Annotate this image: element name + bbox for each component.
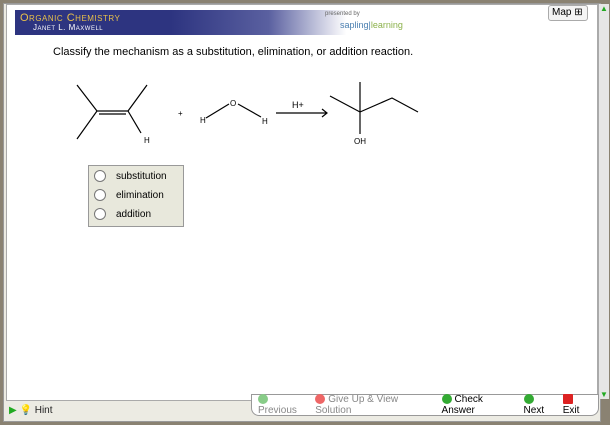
option-label: addition xyxy=(116,208,152,220)
previous-button[interactable]: Previous xyxy=(258,394,309,416)
option-label: elimination xyxy=(116,189,164,201)
scroll-down-icon[interactable]: ▼ xyxy=(599,390,609,399)
radio-button[interactable] xyxy=(94,208,106,220)
hint-button[interactable]: ▶ 💡 Hint xyxy=(9,405,53,416)
expand-arrow-icon: ▶ xyxy=(9,405,17,416)
radio-button[interactable] xyxy=(94,170,106,182)
next-button[interactable]: Next xyxy=(523,394,557,416)
alcohol-product xyxy=(329,82,419,134)
check-icon xyxy=(441,394,452,405)
option-addition[interactable]: addition xyxy=(89,205,183,223)
give-up-icon xyxy=(315,394,326,405)
radio-button[interactable] xyxy=(94,189,106,201)
option-substitution[interactable]: substitution xyxy=(89,167,183,185)
hint-label: Hint xyxy=(34,405,53,416)
previous-icon xyxy=(258,394,268,405)
give-up-button[interactable]: Give Up & View Solution xyxy=(315,394,435,416)
lightbulb-icon: 💡 xyxy=(19,405,32,416)
option-elimination[interactable]: elimination xyxy=(89,186,183,204)
h-label: H xyxy=(144,136,150,145)
next-icon xyxy=(523,394,534,405)
footer-bar: ▶ 💡 Hint Previous Give Up & View Solutio… xyxy=(3,394,599,420)
o-label: O xyxy=(230,99,236,108)
exit-button[interactable]: Exit xyxy=(562,394,592,416)
navigation-bar: Previous Give Up & View Solution Check A… xyxy=(251,394,599,416)
h-label: H xyxy=(200,116,206,125)
exit-label: Exit xyxy=(562,405,580,416)
check-answer-button[interactable]: Check Answer xyxy=(441,394,518,416)
plus-sign: + xyxy=(178,109,183,118)
reaction-arrow xyxy=(276,108,328,118)
answer-options: substitution elimination addition xyxy=(88,165,184,227)
previous-label: Previous xyxy=(258,405,297,416)
give-up-label: Give Up & View Solution xyxy=(315,394,399,416)
reaction-diagram: H + H O H H+ OH xyxy=(76,82,419,146)
catalyst-label: H+ xyxy=(292,100,304,110)
alkene xyxy=(76,84,148,140)
h-label: H xyxy=(262,117,268,126)
oh-label: OH xyxy=(354,137,366,146)
exit-icon xyxy=(562,394,573,405)
option-label: substitution xyxy=(116,170,167,182)
next-label: Next xyxy=(523,405,545,416)
